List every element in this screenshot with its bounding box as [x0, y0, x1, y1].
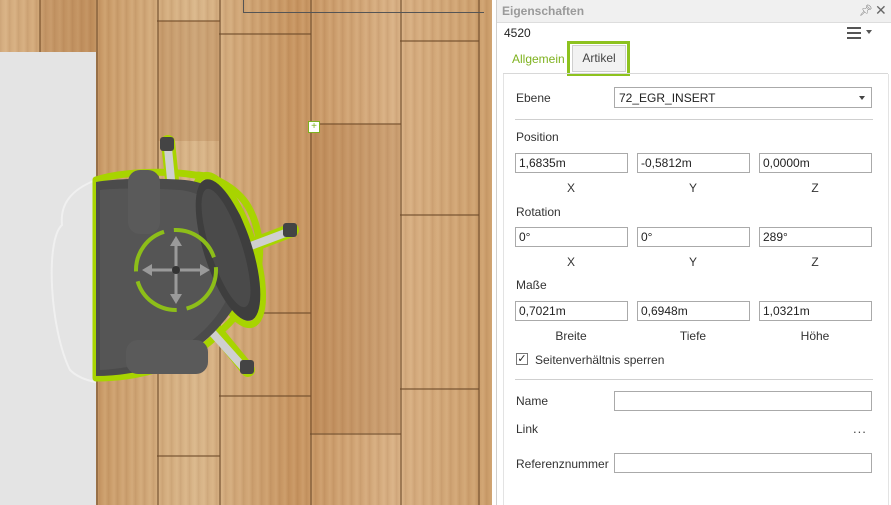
- position-y-input[interactable]: -0,5812m: [637, 153, 750, 173]
- position-y-label: Y: [688, 181, 697, 195]
- tiefe-input[interactable]: 0,6948m: [637, 301, 750, 321]
- insertion-point-marker[interactable]: +: [308, 121, 320, 133]
- ebene-select[interactable]: 72_EGR_INSERT: [614, 87, 872, 108]
- position-z-input[interactable]: 0,0000m: [759, 153, 872, 173]
- rotation-label: Rotation: [516, 205, 561, 219]
- link-more-button[interactable]: ...: [853, 421, 867, 436]
- rotation-y-input[interactable]: 0°: [637, 227, 750, 247]
- move-gizmo-icon[interactable]: [134, 228, 218, 312]
- tab-content: [503, 74, 889, 505]
- tiefe-label: Tiefe: [679, 329, 707, 343]
- ebene-label: Ebene: [516, 91, 551, 105]
- chair-armrest: [128, 170, 160, 234]
- lock-ratio-checkbox[interactable]: ✓: [516, 353, 528, 365]
- rotation-y-label: Y: [688, 255, 697, 269]
- referenz-input[interactable]: [614, 453, 872, 473]
- chair-armrest: [126, 340, 208, 374]
- breite-input[interactable]: 0,7021m: [515, 301, 628, 321]
- close-icon[interactable]: ✕: [875, 2, 887, 19]
- pin-icon[interactable]: 📌︎: [859, 4, 873, 17]
- tab-artikel[interactable]: Artikel: [572, 45, 626, 72]
- rotation-z-input[interactable]: 289°: [759, 227, 872, 247]
- masse-label: Maße: [516, 278, 547, 292]
- chevron-down-icon: [859, 96, 865, 100]
- position-x-input[interactable]: 1,6835m: [515, 153, 628, 173]
- tab-allgemein[interactable]: Allgemein: [506, 50, 571, 68]
- referenz-label: Referenznummer: [516, 457, 609, 471]
- lock-ratio-label: Seitenverhältnis sperren: [535, 353, 665, 367]
- hoehe-input[interactable]: 1,0321m: [759, 301, 872, 321]
- ebene-value: 72_EGR_INSERT: [619, 91, 716, 105]
- rotation-x-label: X: [566, 255, 575, 269]
- name-label: Name: [516, 394, 549, 408]
- divider: [515, 119, 873, 120]
- object-id: 4520: [504, 26, 531, 40]
- tab-bar: Allgemein Artikel: [497, 40, 891, 76]
- hoehe-label: Höhe: [800, 329, 830, 343]
- name-input[interactable]: [614, 391, 872, 411]
- rotation-x-input[interactable]: 0°: [515, 227, 628, 247]
- breite-label: Breite: [555, 329, 587, 343]
- hamburger-menu-icon[interactable]: [847, 26, 873, 40]
- ghost-outline: [50, 179, 97, 383]
- rotation-z-label: Z: [811, 255, 819, 269]
- panel-header: Eigenschaften 📌︎ ✕: [497, 0, 891, 23]
- properties-panel: Eigenschaften 📌︎ ✕ 4520 Allgemein Artike…: [496, 0, 891, 505]
- position-label: Position: [516, 130, 559, 144]
- office-chair-object[interactable]: [0, 0, 492, 505]
- panel-title: Eigenschaften: [502, 4, 585, 18]
- position-z-label: Z: [811, 181, 819, 195]
- position-x-label: X: [566, 181, 575, 195]
- divider: [515, 379, 873, 380]
- floorplan-viewport[interactable]: +: [0, 0, 492, 505]
- link-label: Link: [516, 422, 539, 436]
